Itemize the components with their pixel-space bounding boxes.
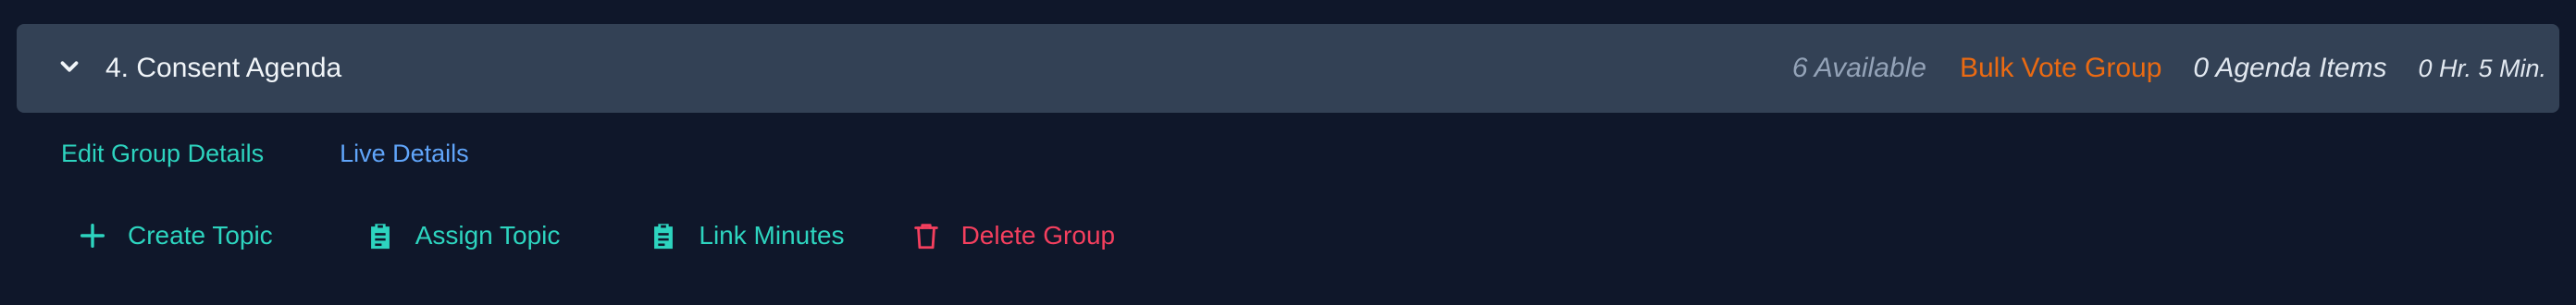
chevron-down-icon: [56, 53, 83, 85]
collapse-toggle-button[interactable]: [43, 50, 96, 87]
bulk-vote-group-link[interactable]: Bulk Vote Group: [1960, 53, 2161, 84]
link-minutes-label: Link Minutes: [699, 221, 845, 250]
group-stats: 6 Available Bulk Vote Group 0 Agenda Ite…: [1792, 24, 2546, 113]
create-topic-button[interactable]: Create Topic: [76, 219, 273, 252]
assign-topic-button[interactable]: Assign Topic: [364, 219, 561, 252]
edit-group-details-link[interactable]: Edit Group Details: [61, 140, 264, 168]
available-count: 6 Available: [1791, 53, 1926, 83]
trash-icon: [910, 219, 943, 252]
create-topic-label: Create Topic: [128, 221, 273, 250]
group-header[interactable]: 4. Consent Agenda 6 Available Bulk Vote …: [17, 24, 2559, 113]
agenda-items-count: 0 Agenda Items: [2193, 53, 2387, 83]
group-actions: Create Topic Assign Topic Link Minutes D…: [76, 213, 1115, 259]
group-duration: 0 Hr. 5 Min.: [2418, 54, 2546, 82]
group-title: 4. Consent Agenda: [105, 53, 342, 83]
delete-group-button[interactable]: Delete Group: [910, 219, 1116, 252]
live-details-link[interactable]: Live Details: [340, 140, 469, 168]
clipboard-icon: [647, 219, 680, 252]
link-minutes-button[interactable]: Link Minutes: [647, 219, 845, 252]
delete-group-label: Delete Group: [960, 221, 1116, 250]
plus-icon: [76, 219, 109, 252]
group-links: Edit Group Details Live Details: [61, 135, 469, 172]
clipboard-icon: [364, 219, 397, 252]
assign-topic-label: Assign Topic: [415, 221, 561, 250]
